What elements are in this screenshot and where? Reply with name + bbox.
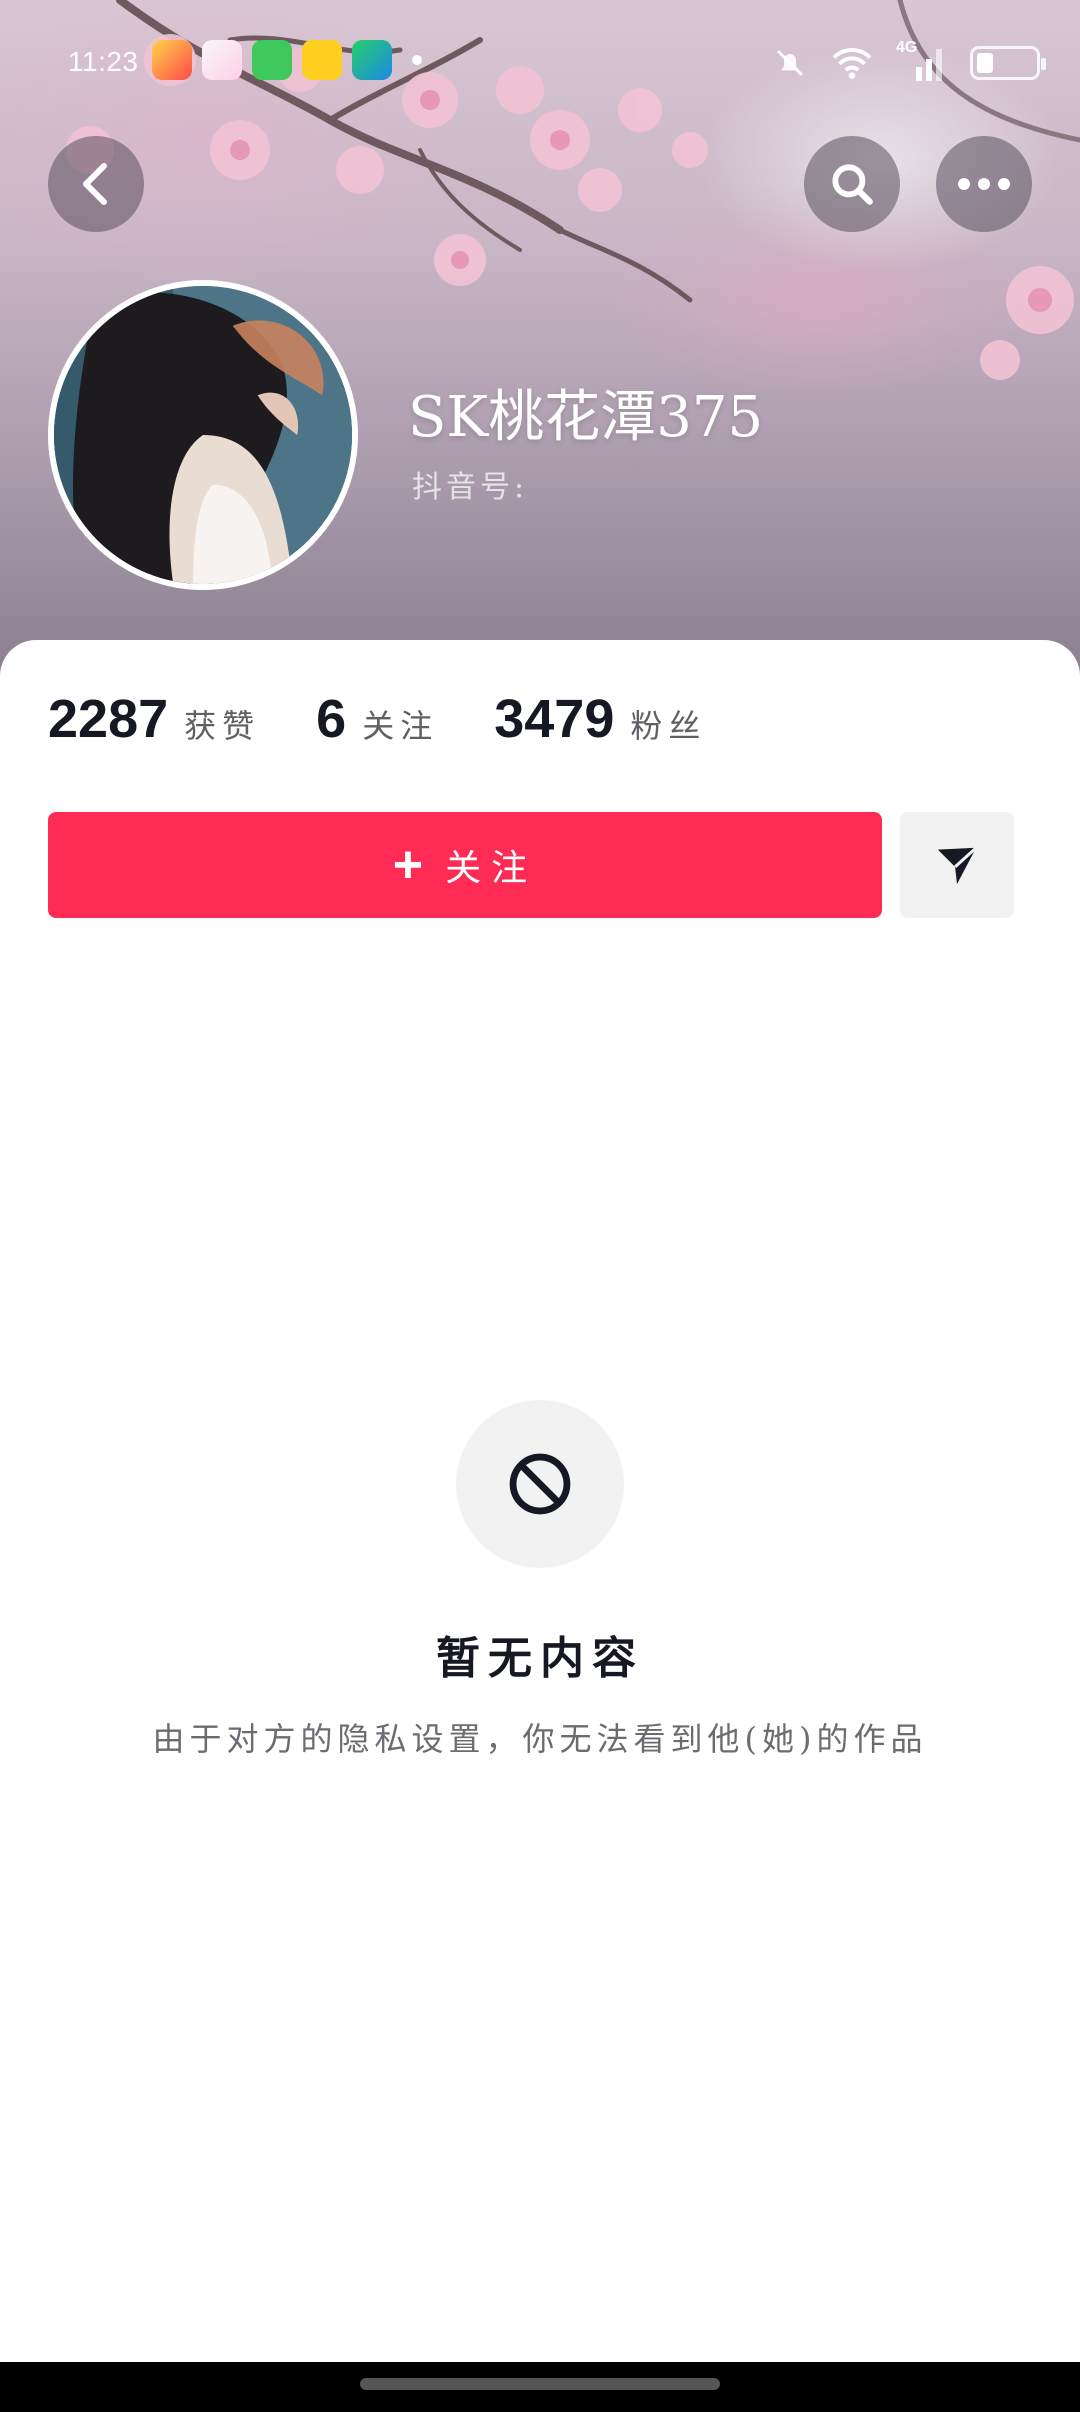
- stat-likes[interactable]: 2287 获赞: [48, 688, 260, 750]
- more-notifications-dot: [412, 55, 422, 65]
- followers-count: 3479: [494, 689, 615, 749]
- photo-app-icon: [202, 40, 242, 80]
- profile-stats: 2287 获赞 6 关注 3479 粉丝: [48, 688, 762, 750]
- status-right: 4G: [772, 39, 1046, 86]
- avatar-photo: [54, 286, 352, 584]
- follow-label: 关注: [445, 848, 538, 889]
- status-time: 11:23: [68, 46, 139, 77]
- notification-icons: [150, 40, 422, 80]
- avatar[interactable]: [48, 280, 358, 590]
- search-button[interactable]: [804, 136, 900, 232]
- following-count: 6: [316, 689, 347, 749]
- more-button[interactable]: [936, 136, 1032, 232]
- message-button[interactable]: [900, 812, 1014, 918]
- battery-icon: [970, 46, 1046, 80]
- douyin-id-label: 抖音号:: [412, 470, 529, 505]
- notification-app-icon: [152, 40, 192, 80]
- following-label: 关注: [362, 707, 439, 745]
- follow-button[interactable]: + 关注: [48, 812, 882, 918]
- more-dots-icon: [958, 178, 1010, 190]
- wifi-icon: [832, 48, 872, 79]
- message-app-icon: [252, 40, 292, 80]
- empty-state-icon-wrap: [456, 1400, 624, 1568]
- silent-bell-icon: [776, 49, 804, 77]
- signal-icon: 4G: [896, 39, 948, 83]
- empty-state-description: 由于对方的隐私设置，你无法看到他(她)的作品: [152, 1720, 928, 1758]
- profile-page: 11:23 4G SK桃花潭375 抖音号: 2287 获赞 6 关注 3479…: [0, 0, 1080, 2412]
- back-button[interactable]: [48, 136, 144, 232]
- video-app-icon: [352, 40, 392, 80]
- send-icon: [937, 846, 978, 885]
- home-indicator[interactable]: [360, 2378, 720, 2390]
- stat-followers[interactable]: 3479 粉丝: [494, 688, 706, 750]
- stat-following[interactable]: 6 关注: [316, 688, 438, 750]
- search-icon: [832, 164, 873, 205]
- followers-label: 粉丝: [630, 707, 707, 745]
- likes-count: 2287: [48, 689, 169, 749]
- profile-name: SK桃花潭375: [408, 385, 764, 450]
- status-bar: 11:23 4G: [0, 39, 1080, 86]
- game-app-icon: [302, 40, 342, 80]
- chevron-left-icon: [83, 163, 107, 205]
- forbidden-icon: [509, 1453, 571, 1515]
- empty-state-title: 暂无内容: [436, 1633, 644, 1684]
- plus-icon: +: [392, 836, 424, 894]
- likes-label: 获赞: [184, 707, 261, 745]
